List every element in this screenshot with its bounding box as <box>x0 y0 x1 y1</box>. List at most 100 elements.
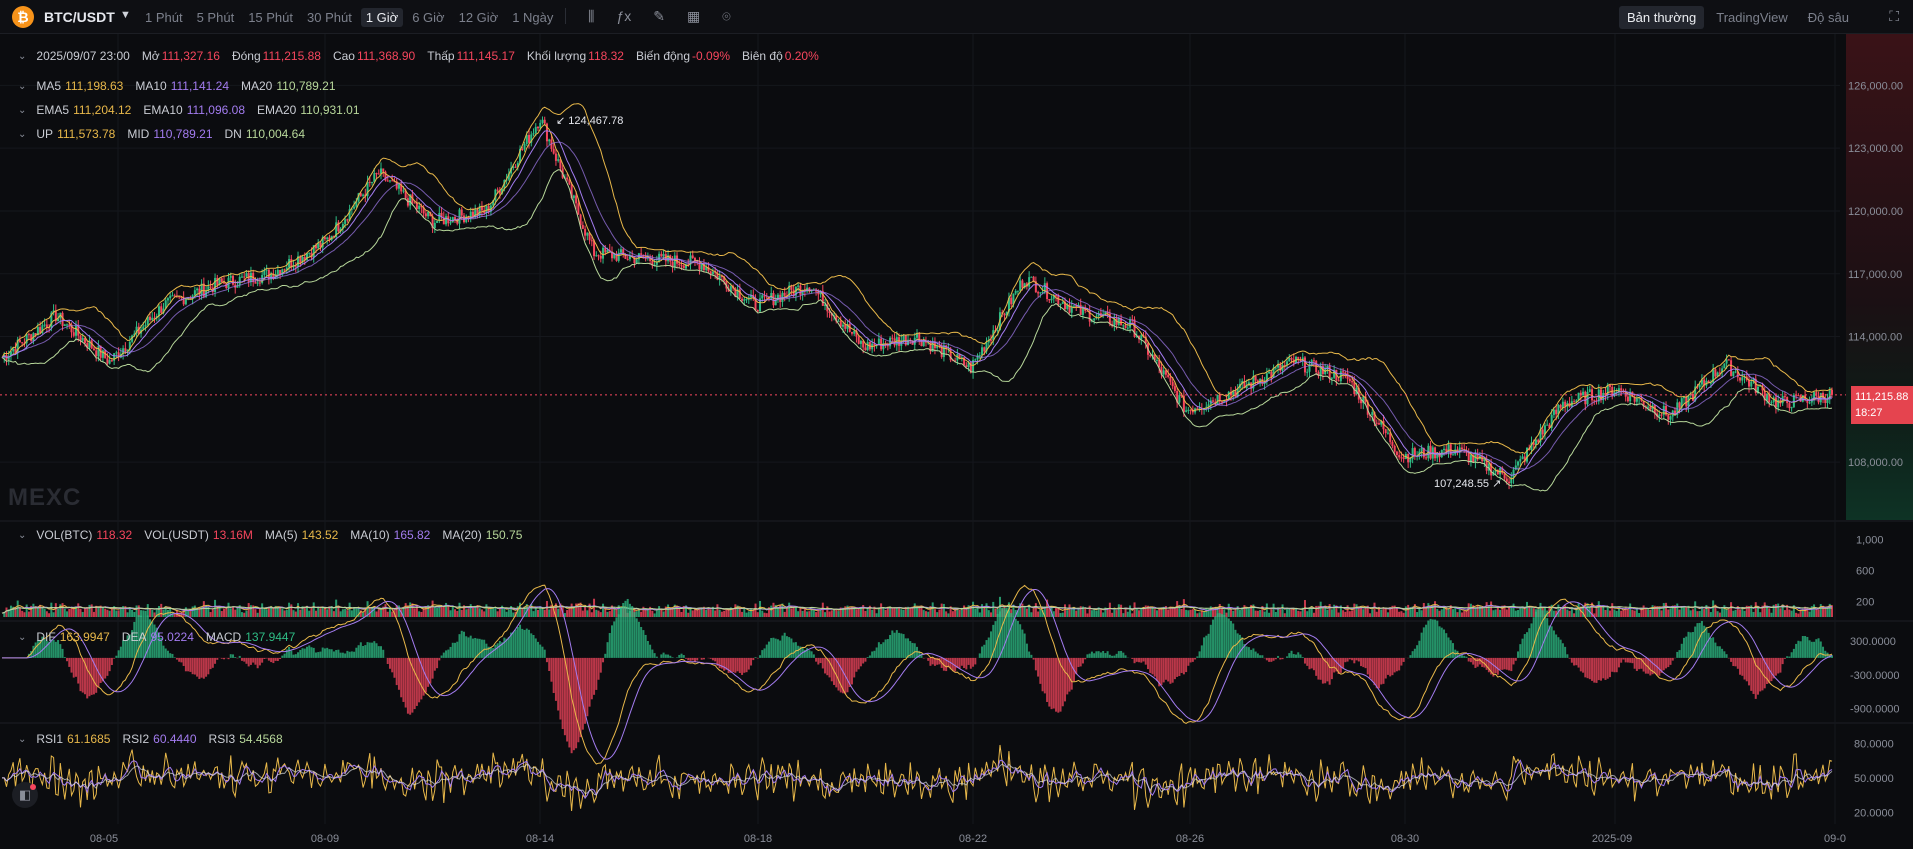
macd-histogram-bar <box>734 657 737 673</box>
macd-histogram-bar <box>505 638 508 658</box>
collapse-chevron-icon[interactable]: ⌄ <box>18 105 26 116</box>
chart-canvas[interactable]: 126,000.00123,000.00120,000.00117,000.00… <box>0 34 1913 849</box>
view-tab[interactable]: Bản thường <box>1618 6 1705 29</box>
volume-bar <box>1698 610 1701 617</box>
volume-bar <box>276 607 279 617</box>
candle-body <box>436 221 439 223</box>
macd-histogram-bar <box>824 657 827 674</box>
interval-tab[interactable]: 6 Giờ <box>407 8 449 27</box>
view-tab[interactable]: Độ sâu <box>1800 6 1857 29</box>
draw-pencil-icon[interactable]: ✎ <box>653 8 665 25</box>
volume-bar <box>1064 604 1067 617</box>
macd-histogram-bar <box>790 638 793 658</box>
collapse-chevron-icon[interactable]: ⌄ <box>18 632 26 643</box>
macd-histogram-bar <box>1579 657 1582 672</box>
volume-bar <box>1561 608 1564 617</box>
camera-icon[interactable]: ⌾ <box>722 8 730 25</box>
interval-tab[interactable]: 12 Giờ <box>454 8 504 27</box>
macd-histogram-bar <box>1790 652 1793 658</box>
volume-bar <box>602 603 605 617</box>
candle-body <box>377 173 380 175</box>
volume-bar <box>790 608 793 617</box>
ema20-value: 110,931.01 <box>300 103 360 117</box>
indicator-icon[interactable]: ƒx <box>616 8 631 25</box>
macd-histogram-bar <box>375 643 378 658</box>
macd-histogram-bar <box>193 657 196 675</box>
macd-histogram-bar <box>70 657 73 673</box>
view-tab[interactable]: TradingView <box>1708 6 1796 29</box>
candle-body <box>1306 371 1309 373</box>
panel-toggle-button[interactable]: ◧ <box>12 782 38 808</box>
macd-histogram-bar <box>113 657 116 659</box>
volume-bar <box>1295 608 1298 617</box>
volume-bar <box>557 608 560 617</box>
collapse-chevron-icon[interactable]: ⌄ <box>18 51 26 62</box>
volume-bar <box>489 608 492 617</box>
collapse-chevron-icon[interactable]: ⌄ <box>18 81 26 92</box>
volume-bar <box>1510 607 1513 617</box>
volume-bar <box>581 610 584 617</box>
volume-bar <box>1344 611 1347 617</box>
collapse-chevron-icon[interactable]: ⌄ <box>18 530 26 541</box>
macd-histogram-bar <box>1057 657 1060 713</box>
volume-bar <box>819 609 822 617</box>
candle-body <box>566 177 569 180</box>
volume-bar <box>54 603 57 617</box>
volume-bar <box>314 610 317 617</box>
volume-bar <box>615 608 618 617</box>
pair-selector[interactable]: BTC/USDT <box>44 9 115 25</box>
volume-bar <box>900 609 903 617</box>
macd-histogram-bar <box>415 657 418 706</box>
volume-bar <box>1568 610 1571 617</box>
volume-bar <box>1176 601 1179 617</box>
interval-tab[interactable]: 5 Phút <box>192 8 240 27</box>
candle-body <box>1061 302 1064 304</box>
candle-body <box>245 273 248 277</box>
candle-type-icon[interactable]: ⫼ <box>588 8 594 25</box>
macd-histogram-bar <box>810 651 813 658</box>
macd-histogram-bar <box>1382 657 1385 684</box>
volume-bar <box>1023 606 1026 617</box>
candle-body <box>1552 409 1555 415</box>
macd-histogram-bar <box>1155 657 1158 681</box>
macd-histogram-bar <box>1203 637 1206 658</box>
layout-grid-icon[interactable]: ▦ <box>687 8 700 25</box>
volume-bar <box>1727 609 1730 617</box>
interval-tab[interactable]: 1 Giờ <box>360 8 404 27</box>
volume-bar <box>485 604 488 617</box>
macd-histogram-bar <box>178 657 181 662</box>
time-axis-label: 08-14 <box>526 833 554 845</box>
candle-body <box>402 190 405 192</box>
candle-body <box>1573 401 1576 403</box>
collapse-chevron-icon[interactable]: ⌄ <box>18 734 26 745</box>
volume-bar <box>337 606 340 617</box>
macd-histogram-bar <box>785 636 788 658</box>
macd-histogram-bar <box>911 642 914 658</box>
candle-body <box>1393 445 1396 452</box>
collapse-chevron-icon[interactable]: ⌄ <box>18 129 26 140</box>
macd-histogram-bar <box>1315 657 1318 676</box>
macd-histogram-bar <box>413 657 416 710</box>
candle-body <box>1348 378 1351 382</box>
volume-bar <box>413 608 416 617</box>
interval-tab[interactable]: 15 Phút <box>243 8 298 27</box>
candle-body <box>1344 372 1347 374</box>
candle-body <box>743 299 746 301</box>
fullscreen-icon[interactable]: ⛶ <box>1889 8 1899 25</box>
macd-histogram-bar <box>1460 655 1463 658</box>
macd-histogram-bar <box>234 657 237 658</box>
chevron-down-icon[interactable]: ▼ <box>120 9 131 21</box>
interval-tab[interactable]: 1 Phút <box>140 8 188 27</box>
candle-body <box>1072 305 1075 307</box>
interval-tab[interactable]: 30 Phút <box>302 8 357 27</box>
macd-histogram-bar <box>95 657 98 693</box>
candle-body <box>1274 367 1277 369</box>
macd-histogram-bar <box>516 626 519 658</box>
macd-histogram-bar <box>1810 641 1813 658</box>
macd-histogram-bar <box>211 657 214 668</box>
macd-histogram-bar <box>664 654 667 658</box>
macd-histogram-bar <box>745 657 748 673</box>
interval-tab[interactable]: 1 Ngày <box>507 8 558 27</box>
volume-bar <box>924 611 927 617</box>
macd-histogram-bar <box>1559 639 1562 658</box>
